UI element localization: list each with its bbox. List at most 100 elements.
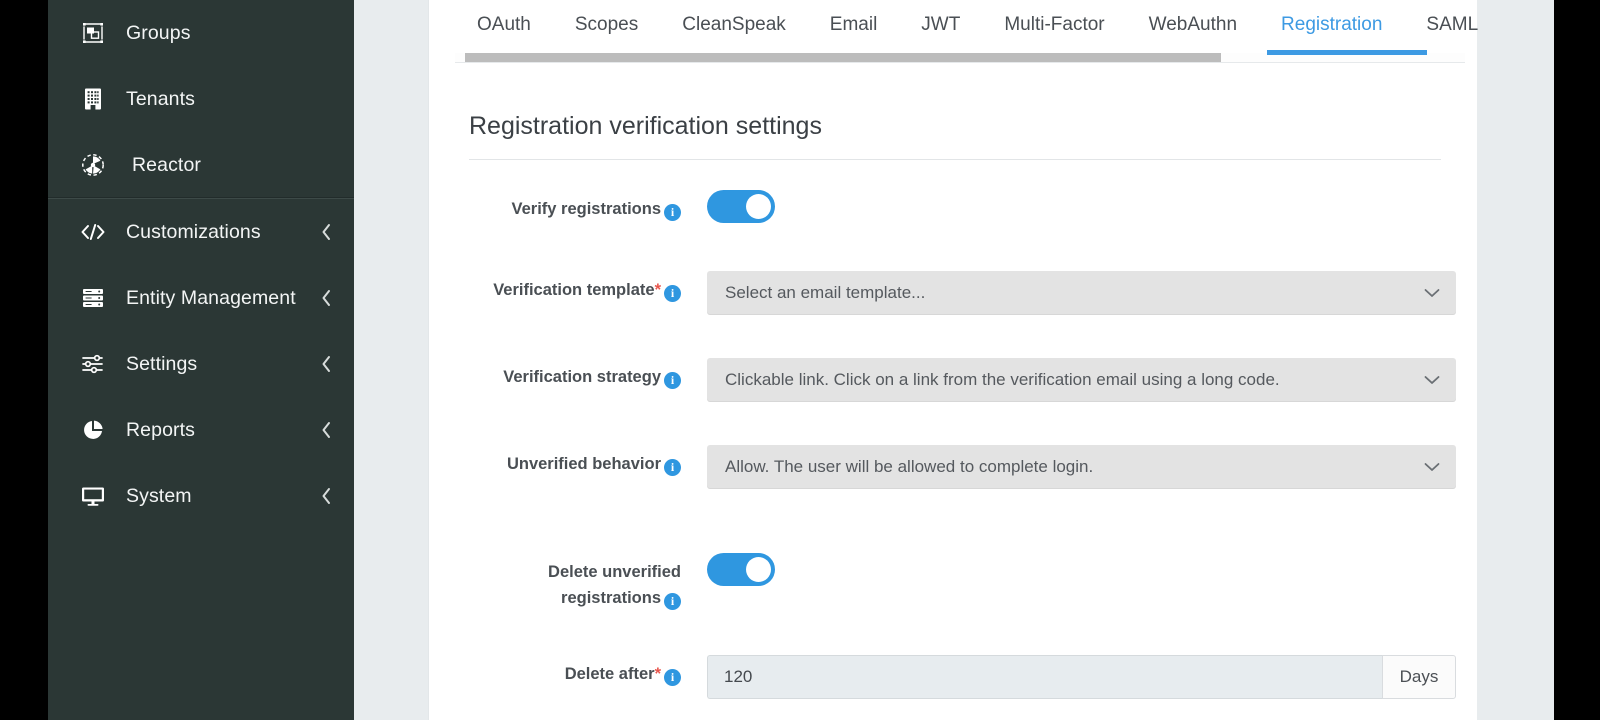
groups-icon (78, 20, 108, 46)
verify-registrations-toggle[interactable] (707, 190, 775, 223)
sidebar-item-customizations[interactable]: Customizations (48, 199, 354, 265)
tab-jwt[interactable]: JWT (899, 0, 982, 50)
sidebar-item-entity-management[interactable]: Entity Management (48, 265, 354, 331)
tab-scrollbar-thumb[interactable] (465, 53, 1221, 62)
field-label: Unverified behavior i (469, 445, 681, 478)
select-value: Allow. The user will be allowed to compl… (725, 457, 1094, 476)
field-label: Delete unverified registrations i (469, 553, 681, 611)
sidebar-item-reactor[interactable]: Reactor (48, 132, 354, 198)
screen: Groups Tenants Reactor Customizations En… (0, 0, 1600, 720)
tenants-icon (78, 86, 108, 112)
sidebar-item-label: Groups (126, 21, 191, 44)
info-icon[interactable]: i (664, 669, 681, 687)
tab-scopes[interactable]: Scopes (553, 0, 660, 50)
tab-multi-factor[interactable]: Multi-Factor (982, 0, 1126, 50)
sidebar-item-label: Tenants (126, 87, 195, 110)
chevron-left-icon[interactable] (321, 421, 332, 439)
verification-template-select[interactable]: Select an email template... (707, 271, 1456, 315)
letterbox-right (1554, 0, 1600, 720)
delete-after-unit: Days (1382, 655, 1456, 700)
field-label: Delete after* i (469, 655, 681, 688)
info-icon[interactable]: i (664, 459, 681, 476)
sliders-icon (78, 351, 108, 377)
delete-after-input[interactable] (707, 655, 1382, 700)
label-text: Unverified behavior (506, 455, 661, 473)
field-control (707, 190, 1441, 223)
field-label: Verification template* i (469, 271, 681, 304)
tab-oauth[interactable]: OAuth (455, 0, 553, 50)
database-icon (78, 285, 108, 311)
letterbox-left (0, 0, 48, 720)
label-text: Delete unverified registrations (548, 563, 681, 607)
required-marker: * (654, 665, 661, 684)
field-verify-registrations: Verify registrations i (469, 190, 1441, 223)
sidebar-item-label: Settings (126, 352, 198, 375)
sidebar-item-system[interactable]: System (48, 463, 354, 529)
app-viewport: Groups Tenants Reactor Customizations En… (48, 0, 1554, 720)
delete-after-input-group: Days (707, 655, 1456, 700)
sidebar-item-settings[interactable]: Settings (48, 331, 354, 397)
required-marker: * (654, 281, 661, 299)
sidebar-item-label: Customizations (126, 220, 261, 243)
tab-bar: OAuth Scopes CleanSpeak Email JWT Multi-… (429, 0, 1478, 50)
select-value: Select an email template... (725, 283, 926, 302)
field-delete-unverified-registrations: Delete unverified registrations i (469, 553, 1441, 611)
label-text: Verify registrations (511, 200, 661, 218)
field-control: Clickable link. Click on a link from the… (707, 358, 1456, 402)
field-unverified-behavior: Unverified behavior i Allow. The user wil… (469, 445, 1456, 489)
delete-unverified-registrations-toggle[interactable] (707, 553, 775, 586)
chevron-left-icon[interactable] (321, 355, 332, 373)
label-text: Delete after (564, 665, 655, 684)
chevron-left-icon[interactable] (321, 289, 332, 307)
verification-strategy-select[interactable]: Clickable link. Click on a link from the… (707, 358, 1456, 402)
chevron-down-icon (1424, 462, 1440, 472)
field-control: Days (707, 655, 1456, 700)
code-icon (78, 219, 108, 245)
piechart-icon (78, 417, 108, 443)
field-verification-strategy: Verification strategy i Clickable link. C… (469, 358, 1456, 402)
field-label: Verify registrations i (469, 190, 681, 223)
toggle-knob (746, 194, 771, 219)
field-verification-template: Verification template* i Select an email … (469, 271, 1456, 315)
sidebar-group-primary: Groups Tenants Reactor (48, 0, 354, 198)
monitor-icon (78, 483, 108, 509)
field-control: Allow. The user will be allowed to compl… (707, 445, 1456, 489)
tab-cleanspeak[interactable]: CleanSpeak (660, 0, 808, 50)
label-text: Verification template (493, 281, 655, 299)
sidebar-item-label: Reports (126, 418, 195, 441)
label-text: Verification strategy (503, 368, 661, 386)
info-icon[interactable]: i (664, 285, 681, 302)
content-card: OAuth Scopes CleanSpeak Email JWT Multi-… (428, 0, 1478, 720)
unverified-behavior-select[interactable]: Allow. The user will be allowed to compl… (707, 445, 1456, 489)
content-right-gutter (1477, 0, 1554, 720)
chevron-left-icon[interactable] (321, 223, 332, 241)
sidebar-item-tenants[interactable]: Tenants (48, 66, 354, 132)
sidebar-item-label: Reactor (132, 153, 201, 176)
sidebar-group-secondary: Customizations Entity Management Setting… (48, 198, 354, 529)
tab-registration[interactable]: Registration (1259, 0, 1404, 50)
field-label: Verification strategy i (469, 358, 681, 391)
settings-content: Registration verification settings Verif… (429, 112, 1477, 700)
select-value: Clickable link. Click on a link from the… (725, 370, 1280, 389)
info-icon[interactable]: i (664, 204, 681, 221)
field-control (707, 553, 1441, 586)
tab-email[interactable]: Email (808, 0, 900, 50)
tab-saml[interactable]: SAML (1404, 0, 1500, 50)
sidebar-item-label: System (126, 484, 192, 507)
tab-webauthn[interactable]: WebAuthn (1127, 0, 1259, 50)
sidebar-item-reports[interactable]: Reports (48, 397, 354, 463)
info-icon[interactable]: i (664, 592, 681, 610)
info-icon[interactable]: i (664, 372, 681, 389)
sidebar: Groups Tenants Reactor Customizations En… (48, 0, 354, 720)
chevron-down-icon (1424, 375, 1440, 385)
active-tab-indicator (1267, 50, 1427, 55)
sidebar-content-gutter (354, 0, 428, 720)
reactor-icon (78, 152, 108, 178)
sidebar-item-label: Entity Management (126, 286, 296, 309)
toggle-knob (746, 557, 771, 582)
sidebar-item-groups[interactable]: Groups (48, 0, 354, 66)
chevron-down-icon (1424, 288, 1440, 298)
field-delete-after: Delete after*i Days (469, 655, 1456, 700)
page-title: Registration verification settings (469, 112, 1441, 160)
chevron-left-icon[interactable] (321, 487, 332, 505)
